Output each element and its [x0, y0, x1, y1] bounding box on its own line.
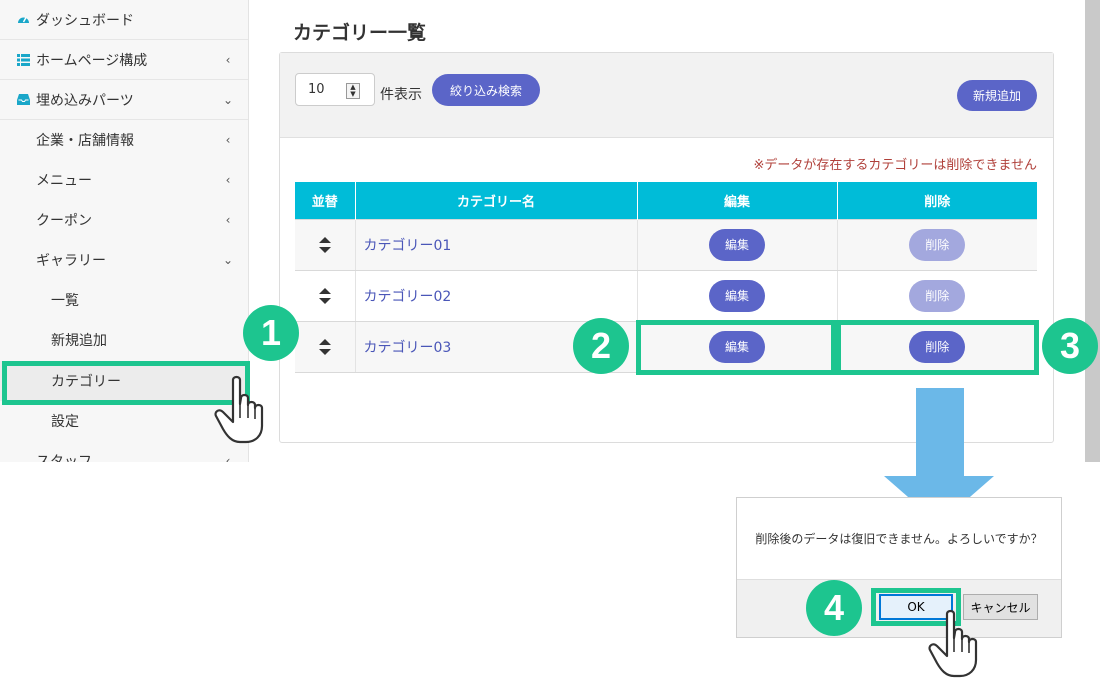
sidebar-item-gallery-list[interactable]: 一覧 — [0, 280, 248, 320]
chevron-left-icon: ‹ — [225, 213, 231, 227]
per-page-label: 件表示 — [380, 87, 422, 103]
sort-handle-icon[interactable] — [318, 286, 332, 306]
sidebar-item-embed-parts[interactable]: 埋め込みパーツ ⌄ — [0, 80, 248, 120]
sidebar-item-label: 設定 — [51, 414, 79, 430]
sidebar-item-menu[interactable]: メニュー ‹ — [0, 160, 248, 200]
table-row: カテゴリー02 編集 削除 — [295, 269, 1037, 322]
edit-button[interactable]: 編集 — [709, 228, 765, 261]
chevron-left-icon: ‹ — [225, 133, 231, 147]
delete-button-disabled: 削除 — [909, 228, 966, 261]
edit-button[interactable]: 編集 — [709, 279, 765, 312]
highlight-delete-cell — [836, 320, 1039, 375]
inbox-icon — [16, 93, 30, 107]
sidebar-item-homepage[interactable]: ホームページ構成 ‹ — [0, 40, 248, 80]
per-page-input[interactable]: 10 ▲ ▼ — [295, 73, 375, 106]
highlight-edit-cell — [636, 320, 836, 375]
filter-search-button[interactable]: 絞り込み検索 — [432, 74, 540, 106]
sidebar-item-company-info[interactable]: 企業・店舗情報 ‹ — [0, 120, 248, 160]
step-badge-1: 1 — [243, 305, 299, 361]
chevron-down-icon: ⌄ — [222, 92, 234, 107]
sidebar-item-label: メニュー — [36, 173, 92, 189]
step-badge-2: 2 — [573, 318, 629, 374]
sidebar-item-dashboard[interactable]: ダッシュボード — [0, 0, 248, 40]
category-name-link[interactable]: カテゴリー02 — [355, 269, 638, 322]
chevron-left-icon: ‹ — [225, 52, 231, 67]
header-delete: 削除 — [837, 182, 1037, 219]
dashboard-icon — [16, 13, 30, 27]
sidebar-item-label: クーポン — [36, 213, 92, 229]
chevron-down-icon: ⌄ — [222, 253, 234, 267]
sidebar-item-staff[interactable]: スタッフ ‹ — [0, 441, 248, 462]
sidebar-item-label: ギャラリー — [36, 253, 106, 269]
page-title: カテゴリー一覧 — [293, 22, 427, 44]
sidebar-item-gallery-new[interactable]: 新規追加 — [0, 320, 248, 360]
delete-note: ※データが存在するカテゴリーは削除できません — [753, 158, 1037, 173]
add-new-button[interactable]: 新規追加 — [957, 80, 1037, 111]
header-category-name: カテゴリー名 — [355, 182, 638, 219]
chevron-left-icon: ‹ — [225, 454, 231, 462]
sidebar-item-label: ダッシュボード — [36, 12, 134, 29]
header-edit: 編集 — [637, 182, 838, 219]
sidebar-item-label: 一覧 — [51, 293, 79, 309]
sort-handle-icon[interactable] — [318, 235, 332, 255]
sidebar-item-gallery[interactable]: ギャラリー ⌄ — [0, 240, 248, 280]
sidebar-item-gallery-settings[interactable]: 設定 — [0, 401, 248, 441]
dialog-message: 削除後のデータは復旧できません。よろしいですか？ — [755, 532, 1043, 546]
per-page-value: 10 — [308, 82, 325, 97]
list-icon — [16, 53, 30, 67]
category-name-link[interactable]: カテゴリー01 — [355, 218, 638, 271]
sidebar-item-label: ホームページ構成 — [36, 52, 148, 69]
sidebar-item-label: 埋め込みパーツ — [36, 92, 134, 109]
pointer-hand-icon — [214, 375, 264, 444]
scrollbar[interactable] — [1085, 0, 1100, 462]
step-badge-4: 4 — [806, 580, 862, 636]
sidebar-item-label: スタッフ — [36, 454, 92, 462]
chevron-left-icon: ‹ — [225, 173, 231, 187]
sort-handle-icon[interactable] — [318, 337, 332, 357]
sidebar-item-label: 企業・店舗情報 — [36, 133, 134, 149]
pointer-hand-icon — [928, 609, 978, 678]
delete-button-disabled: 削除 — [909, 279, 966, 312]
step-badge-3: 3 — [1042, 318, 1098, 374]
table-row: カテゴリー01 編集 削除 — [295, 218, 1037, 271]
sidebar-item-label: 新規追加 — [51, 333, 107, 349]
spinner-icon[interactable]: ▲ ▼ — [346, 83, 360, 99]
sidebar-item-coupon[interactable]: クーポン ‹ — [0, 200, 248, 240]
header-sort: 並替 — [295, 182, 356, 219]
